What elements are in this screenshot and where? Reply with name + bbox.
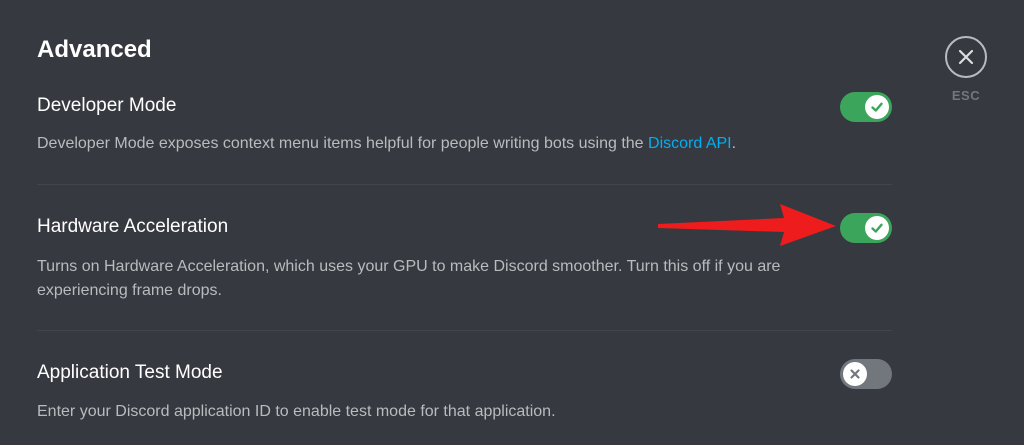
toggle-application-test-mode[interactable]	[840, 359, 892, 389]
divider	[37, 184, 892, 185]
setting-title-developer-mode: Developer Mode	[37, 95, 177, 116]
setting-desc-hardware-acceleration: Turns on Hardware Acceleration, which us…	[37, 258, 781, 299]
setting-developer-mode: Developer Mode Developer Mode exposes co…	[37, 94, 892, 156]
toggle-knob	[865, 216, 889, 240]
toggle-developer-mode[interactable]	[840, 92, 892, 122]
close-button[interactable]	[945, 36, 987, 78]
toggle-knob	[865, 95, 889, 119]
toggle-knob	[843, 362, 867, 386]
check-icon	[871, 102, 883, 112]
setting-title-application-test-mode: Application Test Mode	[37, 362, 223, 383]
divider	[37, 330, 892, 331]
x-icon	[850, 369, 860, 379]
desc-suffix: .	[731, 135, 737, 152]
setting-desc-developer-mode: Developer Mode exposes context menu item…	[37, 132, 837, 156]
close-area: ESC	[943, 36, 989, 103]
close-icon	[958, 49, 974, 65]
page-title: Advanced	[37, 36, 152, 63]
annotation-arrow-icon	[658, 204, 836, 246]
esc-label: ESC	[951, 88, 981, 103]
setting-desc-application-test-mode: Enter your Discord application ID to ena…	[37, 403, 556, 420]
setting-application-test-mode: Application Test Mode Enter your Discord…	[37, 361, 892, 424]
check-icon	[871, 223, 883, 233]
toggle-hardware-acceleration[interactable]	[840, 213, 892, 243]
desc-text: Developer Mode exposes context menu item…	[37, 135, 649, 152]
discord-api-link[interactable]: Discord API	[648, 135, 732, 152]
